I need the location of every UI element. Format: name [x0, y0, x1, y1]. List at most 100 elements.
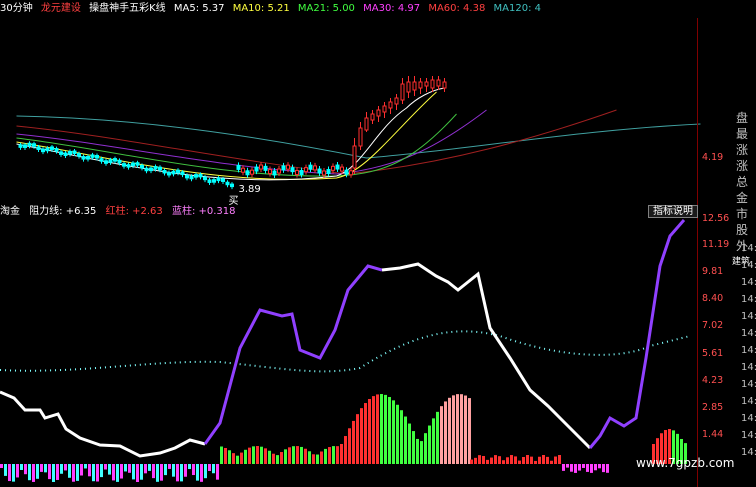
candle-body — [322, 170, 326, 176]
histogram-bar — [28, 464, 31, 481]
indicator-tick: 1.44 — [702, 429, 724, 440]
candle-body — [95, 155, 99, 159]
histogram-bar — [0, 464, 3, 468]
price-chart[interactable]: 3.89 买 — [0, 18, 730, 206]
histogram-bar — [510, 455, 513, 464]
watermark-text: www.7gpzb.com — [636, 456, 735, 470]
candle-body — [158, 166, 162, 171]
histogram-bar — [344, 436, 347, 464]
histogram-bar — [530, 456, 533, 464]
tao-jin-purple-line-2 — [588, 219, 686, 449]
histogram-bar — [300, 446, 303, 464]
side-label[interactable]: 盘 — [732, 110, 752, 126]
indicator-tick: 2.85 — [702, 402, 724, 413]
tao-jin-purple-line — [203, 264, 383, 445]
histogram-bar — [244, 449, 247, 464]
histogram-bar — [384, 394, 387, 464]
histogram-bar — [464, 395, 467, 464]
candle-body — [122, 163, 126, 167]
histogram-bar — [470, 459, 473, 464]
candle-body — [72, 150, 77, 155]
histogram-bar — [276, 455, 279, 464]
candle-body — [36, 146, 41, 150]
histogram-bar — [542, 455, 545, 464]
indicator-chart[interactable] — [0, 218, 697, 487]
indicator-name[interactable]: 操盘神手五彩K线 — [89, 0, 166, 18]
histogram-bar — [514, 456, 517, 464]
histogram-bar — [574, 464, 577, 473]
candle-body — [198, 173, 203, 178]
period-label[interactable]: 30分钟 — [0, 0, 33, 18]
histogram-bar — [180, 464, 183, 482]
candle-body — [299, 170, 304, 176]
side-label[interactable]: 涨 — [732, 158, 752, 174]
indicator-tick: 11.19 — [702, 239, 730, 250]
histogram-bar — [32, 464, 35, 482]
histogram-bar — [380, 394, 383, 464]
price-tick: 4.19 — [702, 152, 724, 163]
indicator-tick: 8.40 — [702, 293, 724, 304]
histogram-bar — [598, 464, 601, 469]
histogram-bar — [324, 448, 327, 464]
candle-body — [358, 127, 363, 147]
candle-body — [400, 83, 405, 101]
histogram-bar — [64, 464, 67, 471]
side-label[interactable]: 金 — [732, 190, 752, 206]
histogram-bar — [474, 457, 477, 464]
candle-body — [108, 159, 113, 163]
side-label[interactable]: 市 — [732, 206, 752, 222]
stock-name[interactable]: 龙元建设 — [41, 0, 81, 18]
histogram-bar — [152, 464, 155, 479]
histogram-bar — [554, 456, 557, 464]
histogram-bar — [124, 464, 127, 472]
histogram-bar — [192, 464, 195, 476]
candle-body — [394, 97, 399, 105]
side-label[interactable]: 总 — [732, 174, 752, 190]
candle-body — [245, 170, 250, 176]
candle-body — [207, 179, 212, 183]
histogram-bar — [88, 464, 91, 477]
histogram-bar — [494, 455, 497, 464]
side-label[interactable]: 涨 — [732, 142, 752, 158]
indicator-histogram — [0, 394, 687, 482]
histogram-bar — [448, 397, 451, 464]
histogram-bar — [468, 398, 471, 464]
histogram-bar — [518, 460, 521, 464]
candle-body — [194, 174, 198, 178]
side-label[interactable]: 股 — [732, 222, 752, 238]
histogram-bar — [412, 431, 415, 464]
histogram-bar — [316, 454, 319, 464]
candle-body — [436, 79, 441, 87]
histogram-bar — [160, 464, 163, 481]
histogram-bar — [456, 394, 459, 464]
candle-body — [45, 147, 50, 152]
indicator-title[interactable]: 淘金 — [0, 204, 20, 219]
histogram-bar — [440, 406, 443, 464]
candle-body — [59, 151, 63, 155]
side-label[interactable]: 最 — [732, 126, 752, 142]
histogram-bar — [12, 464, 15, 482]
candle-body — [117, 159, 122, 164]
histogram-bar — [460, 394, 463, 464]
candle-body — [126, 164, 131, 168]
histogram-bar — [164, 464, 167, 476]
histogram-bar — [156, 464, 159, 482]
candle-body — [388, 101, 393, 109]
histogram-bar — [452, 395, 455, 464]
indicator-header: 淘金 阻力线: +6.35 红柱: +2.63 蓝柱: +0.318 — [0, 204, 700, 219]
resistance-value: 阻力线: +6.35 — [29, 206, 97, 217]
indicator-help-button[interactable]: 指标说明 — [648, 205, 698, 218]
candle-body — [162, 169, 167, 174]
histogram-bar — [416, 438, 419, 464]
histogram-bar — [388, 397, 391, 464]
candle-body — [32, 143, 36, 147]
histogram-bar — [104, 464, 107, 470]
histogram-bar — [538, 456, 541, 464]
histogram-bar — [48, 464, 51, 480]
histogram-bar — [420, 441, 423, 464]
histogram-bar — [268, 450, 271, 464]
histogram-bar — [128, 464, 131, 473]
tick-time: 14: — [741, 379, 756, 390]
indicator-tick: 12.56 — [702, 213, 730, 224]
histogram-bar — [292, 446, 295, 464]
